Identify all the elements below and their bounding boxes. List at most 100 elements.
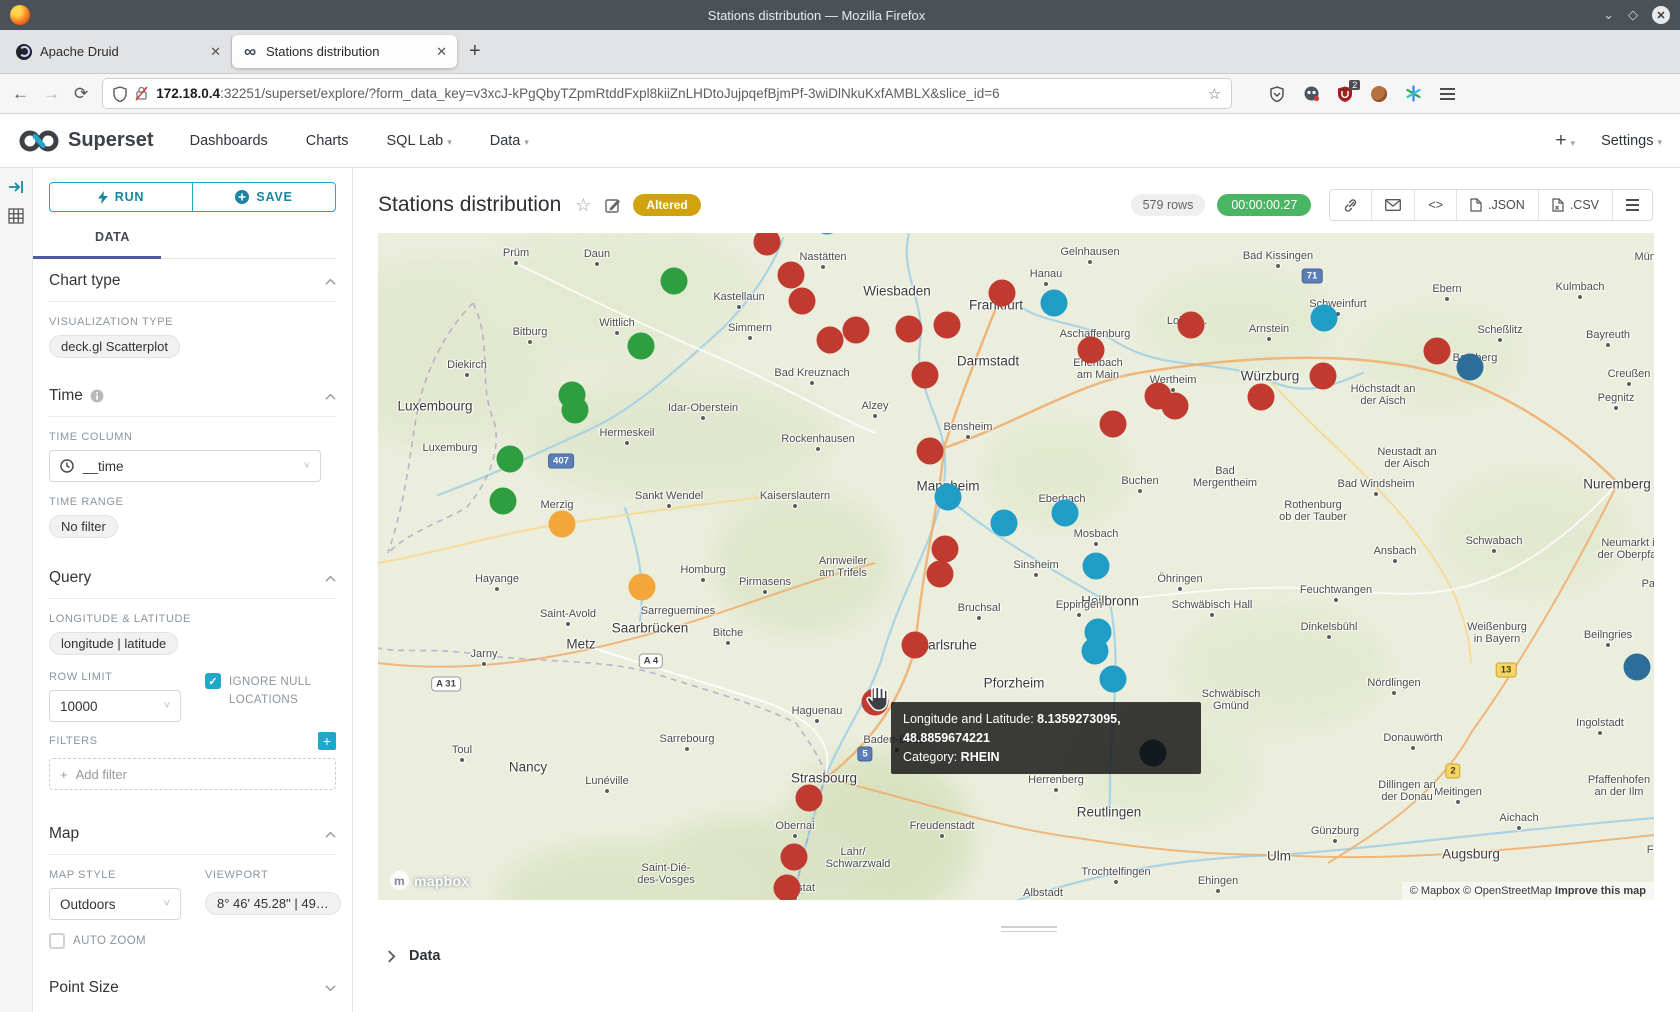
map-data-point[interactable] <box>1424 338 1451 365</box>
map-data-point[interactable] <box>991 510 1018 537</box>
map-attribution[interactable]: © Mapbox © OpenStreetMap Improve this ma… <box>1402 882 1654 900</box>
map-data-point[interactable] <box>1624 654 1651 681</box>
mapbox-logo[interactable]: m mapbox <box>390 871 469 890</box>
map-data-point[interactable] <box>628 333 655 360</box>
viz-type-value[interactable]: deck.gl Scatterplot <box>49 335 180 358</box>
map-data-point[interactable] <box>1162 393 1189 420</box>
tab-data[interactable]: DATA <box>95 230 130 244</box>
more-options-button[interactable] <box>1612 190 1652 220</box>
bookmark-star-icon[interactable]: ☆ <box>1208 85 1221 103</box>
map-data-point[interactable] <box>778 262 805 289</box>
map-data-point[interactable] <box>1310 363 1337 390</box>
map-data-point[interactable] <box>917 438 944 465</box>
save-button[interactable]: SAVE <box>192 182 336 212</box>
edit-icon[interactable] <box>605 197 621 213</box>
url-field[interactable]: 172.18.0.4:32251/superset/explore/?form_… <box>102 78 1232 109</box>
window-maximize-icon[interactable]: ◇ <box>1628 7 1638 23</box>
export-json-button[interactable]: .JSON <box>1456 190 1538 220</box>
back-button[interactable]: ← <box>12 84 29 104</box>
map-data-point[interactable] <box>817 327 844 354</box>
export-csv-button[interactable]: .CSV <box>1538 190 1612 220</box>
data-panel-expander[interactable]: Data <box>378 948 1680 964</box>
map-data-point[interactable] <box>1248 384 1275 411</box>
map-data-point[interactable] <box>1082 638 1109 665</box>
map-data-point[interactable] <box>1100 666 1127 693</box>
map-data-point[interactable] <box>1083 553 1110 580</box>
tab-apache-druid[interactable]: Apache Druid ✕ <box>6 35 232 68</box>
map-data-point[interactable] <box>789 288 816 315</box>
map-data-point[interactable] <box>562 397 589 424</box>
nav-dashboards[interactable]: Dashboards <box>190 133 268 149</box>
map-data-point[interactable] <box>661 268 688 295</box>
section-chart-type[interactable]: Chart type <box>49 259 336 302</box>
map-data-point[interactable] <box>989 280 1016 307</box>
nav-data[interactable]: Data▾ <box>490 133 529 149</box>
map-data-point[interactable] <box>896 316 923 343</box>
ignore-null-checkbox[interactable]: ✓ <box>205 673 221 689</box>
map-data-point[interactable] <box>796 785 823 812</box>
map-data-point[interactable] <box>902 632 929 659</box>
viewport-value[interactable]: 8° 46' 45.28" | 49… <box>205 892 341 915</box>
insecure-lock-icon[interactable] <box>135 86 148 101</box>
add-new-button[interactable]: +▾ <box>1555 130 1575 152</box>
section-point-size[interactable]: Point Size <box>49 966 336 1008</box>
map-data-point[interactable] <box>1078 337 1105 364</box>
window-minimize-icon[interactable]: ⌄ <box>1603 7 1614 23</box>
section-map[interactable]: Map <box>49 812 336 855</box>
forward-button[interactable]: → <box>43 84 60 104</box>
row-limit-select[interactable]: 10000 ˅ <box>49 690 181 722</box>
pocket-icon[interactable] <box>1268 85 1286 103</box>
map-data-point[interactable] <box>1041 290 1068 317</box>
nav-sql-lab[interactable]: SQL Lab▾ <box>387 133 452 149</box>
lonlat-value[interactable]: longitude | latitude <box>49 632 178 655</box>
add-filter-box[interactable]: + Add filter <box>49 758 336 790</box>
settings-menu[interactable]: Settings▾ <box>1601 133 1662 149</box>
map-data-point[interactable] <box>1052 500 1079 527</box>
url-text[interactable]: 172.18.0.4:32251/superset/explore/?form_… <box>156 86 1200 101</box>
altered-badge[interactable]: Altered <box>633 194 700 216</box>
embed-code-button[interactable]: <> <box>1414 190 1456 220</box>
time-column-select[interactable]: __time ˅ <box>49 450 321 482</box>
auto-zoom-checkbox[interactable] <box>49 933 65 949</box>
favorite-star-icon[interactable]: ☆ <box>575 195 591 216</box>
tab-stations-distribution[interactable]: ∞ Stations distribution ✕ <box>232 35 457 68</box>
map-data-point[interactable] <box>927 561 954 588</box>
nav-charts[interactable]: Charts <box>306 133 349 149</box>
map-data-point[interactable] <box>774 875 801 901</box>
add-filter-plus-button[interactable]: + <box>318 732 336 750</box>
map-data-point[interactable] <box>549 511 576 538</box>
map-data-point[interactable] <box>490 488 517 515</box>
tab-close-icon[interactable]: ✕ <box>436 44 447 60</box>
map-data-point[interactable] <box>629 574 656 601</box>
cookie-extension-icon[interactable] <box>1370 85 1388 103</box>
map-data-point[interactable] <box>497 446 524 473</box>
map-data-point[interactable] <box>912 362 939 389</box>
map-data-point[interactable] <box>934 312 961 339</box>
map-style-select[interactable]: Outdoors ˅ <box>49 888 181 920</box>
new-tab-button[interactable]: + <box>469 40 481 63</box>
map-data-point[interactable] <box>1311 305 1338 332</box>
section-query[interactable]: Query <box>49 556 336 599</box>
email-button[interactable] <box>1371 190 1414 220</box>
section-time[interactable]: Time <box>49 374 336 417</box>
map-data-point[interactable] <box>932 536 959 563</box>
tracking-shield-icon[interactable] <box>113 86 127 102</box>
map-data-point[interactable] <box>843 317 870 344</box>
collapse-panel-icon[interactable] <box>8 180 24 194</box>
asterisk-extension-icon[interactable] <box>1404 85 1422 103</box>
resize-handle[interactable] <box>1001 926 1057 932</box>
dataset-grid-icon[interactable] <box>8 208 24 224</box>
share-link-button[interactable] <box>1330 190 1371 220</box>
mask-extension-icon[interactable] <box>1302 85 1320 103</box>
tab-close-icon[interactable]: ✕ <box>210 44 221 60</box>
map-data-point[interactable] <box>1178 312 1205 339</box>
reload-button[interactable]: ⟳ <box>74 84 88 104</box>
run-button[interactable]: RUN <box>49 182 192 212</box>
map-data-point[interactable] <box>781 844 808 871</box>
superset-logo[interactable]: Superset <box>18 128 154 154</box>
map-data-point[interactable] <box>935 484 962 511</box>
time-range-value[interactable]: No filter <box>49 515 118 538</box>
window-close-icon[interactable]: ✕ <box>1652 6 1670 24</box>
map-data-point[interactable] <box>1457 354 1484 381</box>
menu-icon[interactable] <box>1438 85 1456 103</box>
